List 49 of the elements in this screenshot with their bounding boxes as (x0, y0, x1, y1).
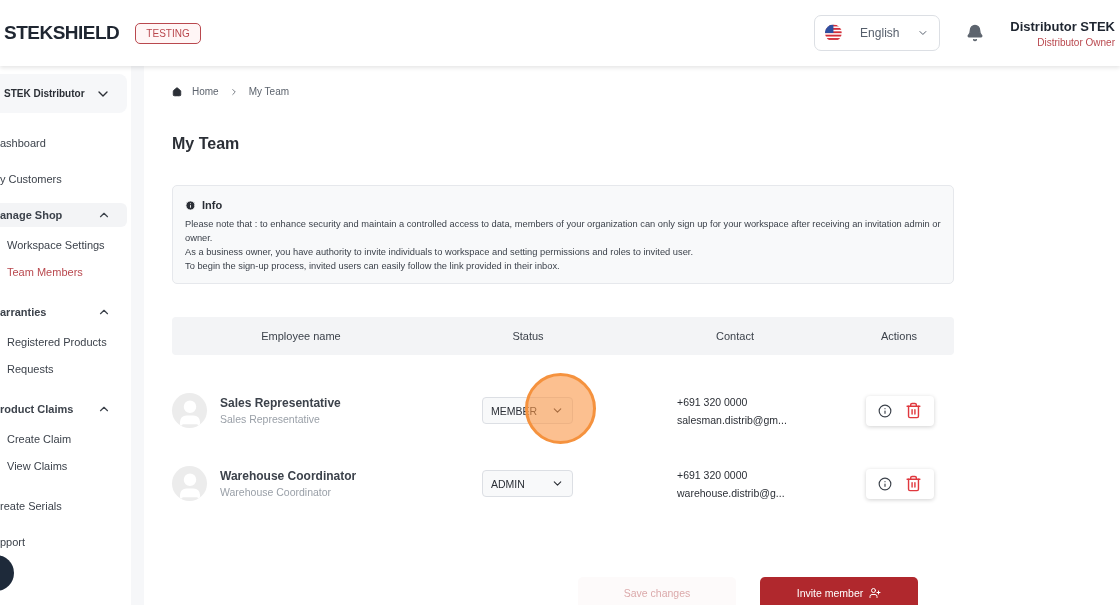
info-text: As a business owner, you have authority to invite individuals to workspace and setting permissions and roles to invited user. (185, 246, 694, 259)
sidebar-group[interactable]: anage Shop (0, 203, 127, 227)
logo: STEKSHIELD (4, 22, 120, 44)
sidebar-subitem[interactable]: Registered Products (0, 336, 131, 352)
sidebar-subitem[interactable]: Requests (0, 363, 131, 379)
sidebar-subitem[interactable]: Create Claim (0, 433, 131, 449)
sidebar-group[interactable]: roduct Claims (0, 397, 127, 421)
status-select[interactable]: ADMIN (482, 470, 573, 497)
breadcrumb-link[interactable]: Home (192, 86, 219, 97)
info-button[interactable] (878, 476, 893, 491)
employee-name: Sales Representative (220, 396, 341, 410)
notification-bell-icon[interactable] (966, 24, 985, 42)
column-header: Employee name (260, 330, 342, 342)
workspace-select[interactable]: STEK Distributor (0, 74, 127, 113)
sidebar-item[interactable]: reate Serials (0, 494, 127, 518)
user-role: Distributor Owner (1037, 36, 1115, 48)
info-title: Info (202, 199, 223, 211)
sidebar-item[interactable]: y Customers (0, 167, 127, 191)
employee-role: Warehouse Coordinator (220, 486, 333, 498)
sidebar-item[interactable]: pport (0, 530, 127, 554)
language-select[interactable]: English (814, 15, 941, 51)
sidebar-subitem[interactable]: Workspace Settings (0, 239, 131, 255)
employee-role: Sales Representative (220, 413, 321, 425)
delete-button[interactable] (904, 475, 922, 492)
sidebar-item[interactable]: ashboard (0, 131, 127, 155)
column-header: Actions (879, 330, 919, 342)
column-header: Contact (715, 330, 755, 342)
sidebar-group[interactable]: arranties (0, 300, 127, 324)
us-flag-icon (825, 23, 843, 43)
info-button[interactable] (878, 403, 893, 418)
phone-number: +691 320 0000 (677, 468, 749, 481)
add-user-icon (869, 587, 882, 599)
email-address: salesman.distrib@gm... (677, 413, 788, 426)
breadcrumb-link[interactable]: My Team (248, 86, 290, 97)
page-title: My Team (172, 135, 241, 153)
employee-name: Warehouse Coordinator (220, 469, 357, 483)
phone-number: +691 320 0000 (677, 395, 749, 408)
info-icon (185, 199, 196, 211)
email-address: warehouse.distrib@g... (677, 486, 786, 499)
info-text: Please note that : to enhance security and maintain a controlled access to data, members of your organization can only sign up for your workspace after receiving an invitation admin or owner. (185, 218, 941, 245)
delete-button[interactable] (904, 402, 922, 419)
invite-member-button[interactable]: Invite member (760, 577, 918, 605)
sidebar-subitem[interactable]: View Claims (0, 460, 131, 476)
environment-badge: TESTING (135, 22, 201, 44)
home-icon (172, 86, 182, 97)
column-header: Status (511, 330, 545, 342)
info-text: To begin the sign-up process, invited users can easily follow the link provided in their inbox. (185, 260, 561, 273)
user-name: Distributor STEK (1010, 18, 1115, 34)
sidebar-subitem[interactable]: Team Members (0, 266, 131, 282)
